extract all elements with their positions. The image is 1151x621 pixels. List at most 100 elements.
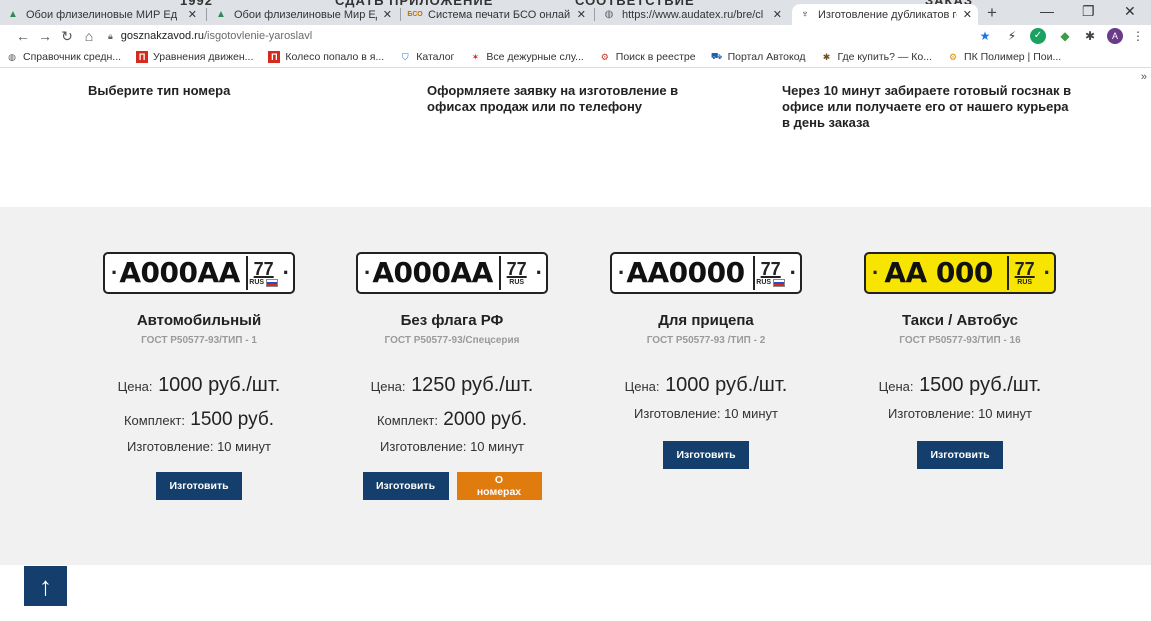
close-icon[interactable]: ✕: [383, 8, 392, 21]
bookmark-item[interactable]: П Уравнения движен...: [136, 51, 253, 63]
red-p-icon: П: [268, 51, 281, 63]
product-gost: ГОСТ Р50577-93/ТИП - 16: [899, 335, 1021, 346]
arrow-up-icon: ↑: [39, 570, 52, 601]
price: Цена: 1000 руб./шт.: [117, 374, 281, 396]
check-extension-icon[interactable]: ✓: [1030, 28, 1046, 44]
shield-icon: ⛉: [401, 51, 409, 62]
steps-section: Выберите тип номера Оформляете заявку на…: [0, 68, 1151, 207]
puzzle-icon[interactable]: ✱: [1082, 28, 1098, 44]
product-title: Без флага РФ: [400, 312, 504, 329]
bookmarks-bar: ◍ Справочник средн... П Уравнения движен..…: [0, 47, 1151, 68]
bookmark-star-icon[interactable]: ★: [977, 28, 993, 44]
browser-tab-active[interactable]: ♆ Изготовление дубликатов го ✕: [792, 4, 978, 25]
license-plate: · АА 000 77 RUS ·: [864, 252, 1056, 294]
set-price: Комплект: 2000 руб.: [376, 409, 528, 430]
make-button[interactable]: Изготовить: [917, 441, 1003, 469]
product-gost: ГОСТ Р50577-93/ТИП - 1: [141, 335, 257, 346]
tree-icon: ✱: [822, 51, 831, 62]
make-button[interactable]: Изготовить: [663, 441, 749, 469]
bookmark-item[interactable]: ⛉ Каталог: [399, 51, 455, 63]
products-section: · А000АА 77 RUS · Автомобильный ГОСТ Р50…: [0, 207, 1151, 565]
bookmark-item[interactable]: П Колесо попало в я...: [268, 51, 384, 63]
about-plates-button[interactable]: О номерах: [456, 472, 542, 500]
reload-icon[interactable]: ↻: [56, 28, 78, 45]
shield-extension-icon[interactable]: ◆: [1057, 28, 1073, 44]
avatar[interactable]: A: [1107, 28, 1123, 44]
close-icon[interactable]: ✕: [577, 8, 586, 21]
plate-region: 77 RUS: [1006, 256, 1041, 290]
back-icon[interactable]: ←: [12, 28, 34, 44]
globe-icon: ◍: [8, 51, 16, 62]
bso-icon: БСО: [407, 11, 423, 18]
price: Цена: 1500 руб./шт.: [878, 374, 1042, 396]
browser-tab[interactable]: ◍ https://www.audatex.ru/bre/cl ✕: [596, 4, 788, 25]
address-bar[interactable]: 🔒︎ gosznakzavod.ru/isgotovlenie-yaroslav…: [108, 27, 968, 45]
step-text: Через 10 минут забираете готовый госзнак…: [782, 83, 1072, 130]
bookmark-item[interactable]: ◍ Справочник средн...: [6, 51, 121, 63]
license-plate: · А000АА 77 RUS ·: [103, 252, 295, 294]
minimize-icon[interactable]: —: [1040, 3, 1054, 19]
globe-icon: ◍: [604, 9, 614, 20]
close-icon[interactable]: ✕: [963, 8, 972, 21]
bookmark-item[interactable]: ✶ Все дежурные слу...: [469, 51, 584, 63]
product-card: · А000АА 77 RUS · Автомобильный ГОСТ Р50…: [99, 252, 299, 500]
plate-number: А000АА: [119, 256, 240, 289]
restore-icon[interactable]: ❐: [1082, 3, 1095, 20]
green-triangle-icon: ▲: [216, 9, 226, 20]
car-icon: ⛟: [710, 51, 723, 61]
plate-region: 77 RUS: [752, 256, 787, 290]
license-plate: · А000АА 77 RUS ·: [356, 252, 548, 294]
step-text: Выберите тип номера: [88, 83, 231, 98]
home-icon[interactable]: ⌂: [78, 28, 100, 44]
bookmark-item[interactable]: ✱ Где купить? — Ко...: [820, 51, 932, 63]
license-plate: · АА0000 77 RUS ·: [610, 252, 802, 294]
browser-tab[interactable]: ▲ Обои флизелиновые Мир Ед ✕: [208, 4, 398, 25]
forward-icon[interactable]: →: [34, 28, 56, 44]
lightning-extension-icon[interactable]: ⚡︎: [1004, 28, 1020, 44]
emblem-icon: ⚙: [600, 51, 609, 62]
make-time: Изготовление: 10 минут: [634, 406, 778, 421]
make-button[interactable]: Изготовить: [362, 472, 449, 500]
product-card: · А000АА 77 RUS · Без флага РФ ГОСТ Р505…: [352, 252, 552, 500]
menu-dots-icon[interactable]: ⋮: [1130, 28, 1146, 44]
price: Цена: 1250 руб./шт.: [370, 374, 534, 396]
bookmark-item[interactable]: ⚙ ПК Полимер | Пои...: [947, 51, 1061, 63]
plate-number: АА0000: [626, 256, 745, 289]
tab-separator: [594, 8, 595, 21]
url-domain: gosznakzavod.ru: [120, 30, 204, 42]
product-title: Для прицепа: [658, 312, 754, 329]
tab-separator: [400, 8, 401, 21]
close-icon[interactable]: ✕: [188, 8, 197, 21]
plate-region: 77 RUS: [245, 256, 280, 290]
set-price: Комплект: 1500 руб.: [123, 409, 275, 430]
browser-tab[interactable]: БСО Система печати БСО онлайн ✕: [402, 4, 592, 25]
url-path: /isgotovlenie-yaroslavl: [203, 30, 313, 42]
tab-strip: 1992 СДАТЬ ПРИЛОЖЕНИЕ СООТВЕТСТВИЕ ЗАКАЗ…: [0, 0, 1151, 25]
price: Цена: 1000 руб./шт.: [624, 374, 788, 396]
gear-icon: ⚙: [948, 51, 958, 62]
step-text: Оформляете заявку на изготовление в офис…: [427, 83, 679, 114]
window-close-icon[interactable]: ✕: [1124, 3, 1136, 20]
star-icon: ✶: [471, 51, 480, 62]
bookmark-item[interactable]: ⚙ Поиск в реестре: [599, 51, 696, 63]
product-card: · АА0000 77 RUS · Для прицепа ГОСТ Р5057…: [606, 252, 806, 469]
browser-tab[interactable]: ▲ Обои флизелиновые МИР Ед ✕: [0, 4, 203, 25]
product-gost: ГОСТ Р50577-93/Спецсерия: [384, 335, 520, 346]
russian-flag-icon: [266, 278, 279, 287]
make-button[interactable]: Изготовить: [156, 472, 242, 500]
make-time: Изготовление: 10 минут: [380, 439, 524, 454]
lock-icon: 🔒︎: [108, 30, 113, 41]
make-time: Изготовление: 10 минут: [888, 406, 1032, 421]
new-tab-button[interactable]: +: [987, 3, 997, 23]
green-triangle-icon: ▲: [8, 9, 18, 20]
russian-flag-icon: [773, 278, 786, 287]
product-title: Такси / Автобус: [901, 312, 1019, 329]
eagle-icon: ♆: [801, 9, 809, 20]
scroll-top-button[interactable]: ↑: [24, 566, 67, 606]
make-time: Изготовление: 10 минут: [127, 439, 271, 454]
product-gost: ГОСТ Р50577-93 /ТИП - 2: [646, 335, 766, 346]
plate-number: А000АА: [372, 256, 493, 289]
red-p-icon: П: [136, 51, 149, 63]
close-icon[interactable]: ✕: [773, 8, 782, 21]
bookmark-item[interactable]: ⛟ Портал Автокод: [711, 51, 806, 63]
